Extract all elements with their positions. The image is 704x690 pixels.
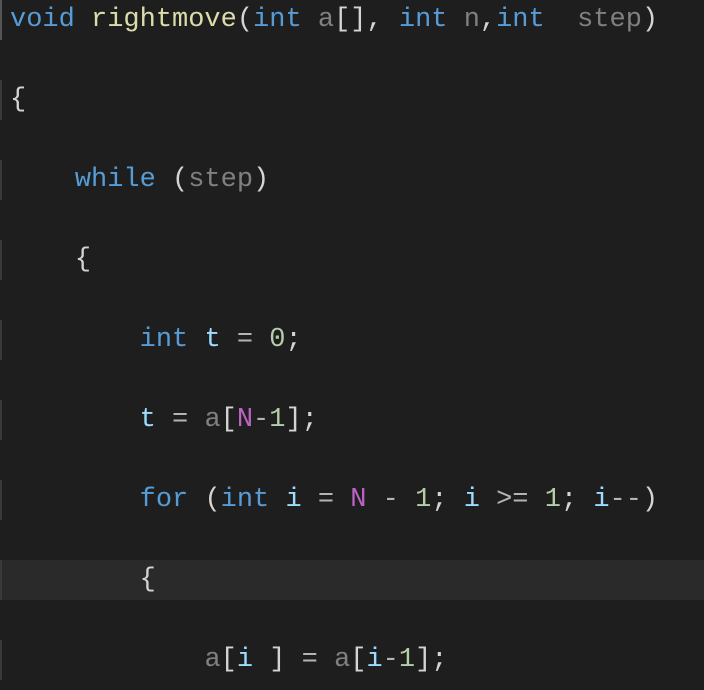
code-line: {: [0, 80, 704, 120]
code-line: {: [0, 240, 704, 280]
code-line: while (step): [0, 160, 704, 200]
code-line: t = a[N-1];: [0, 400, 704, 440]
code-line: int t = 0;: [0, 320, 704, 360]
code-block: void rightmove(int a[], int n,int step) …: [0, 0, 704, 690]
code-line: a[i ] = a[i-1];: [0, 640, 704, 680]
code-line: for (int i = N - 1; i >= 1; i--): [0, 480, 704, 520]
function-name: rightmove: [91, 5, 237, 35]
code-line-current: {: [0, 560, 704, 600]
keyword-void: void: [10, 5, 75, 35]
code-line: void rightmove(int a[], int n,int step): [0, 0, 704, 40]
